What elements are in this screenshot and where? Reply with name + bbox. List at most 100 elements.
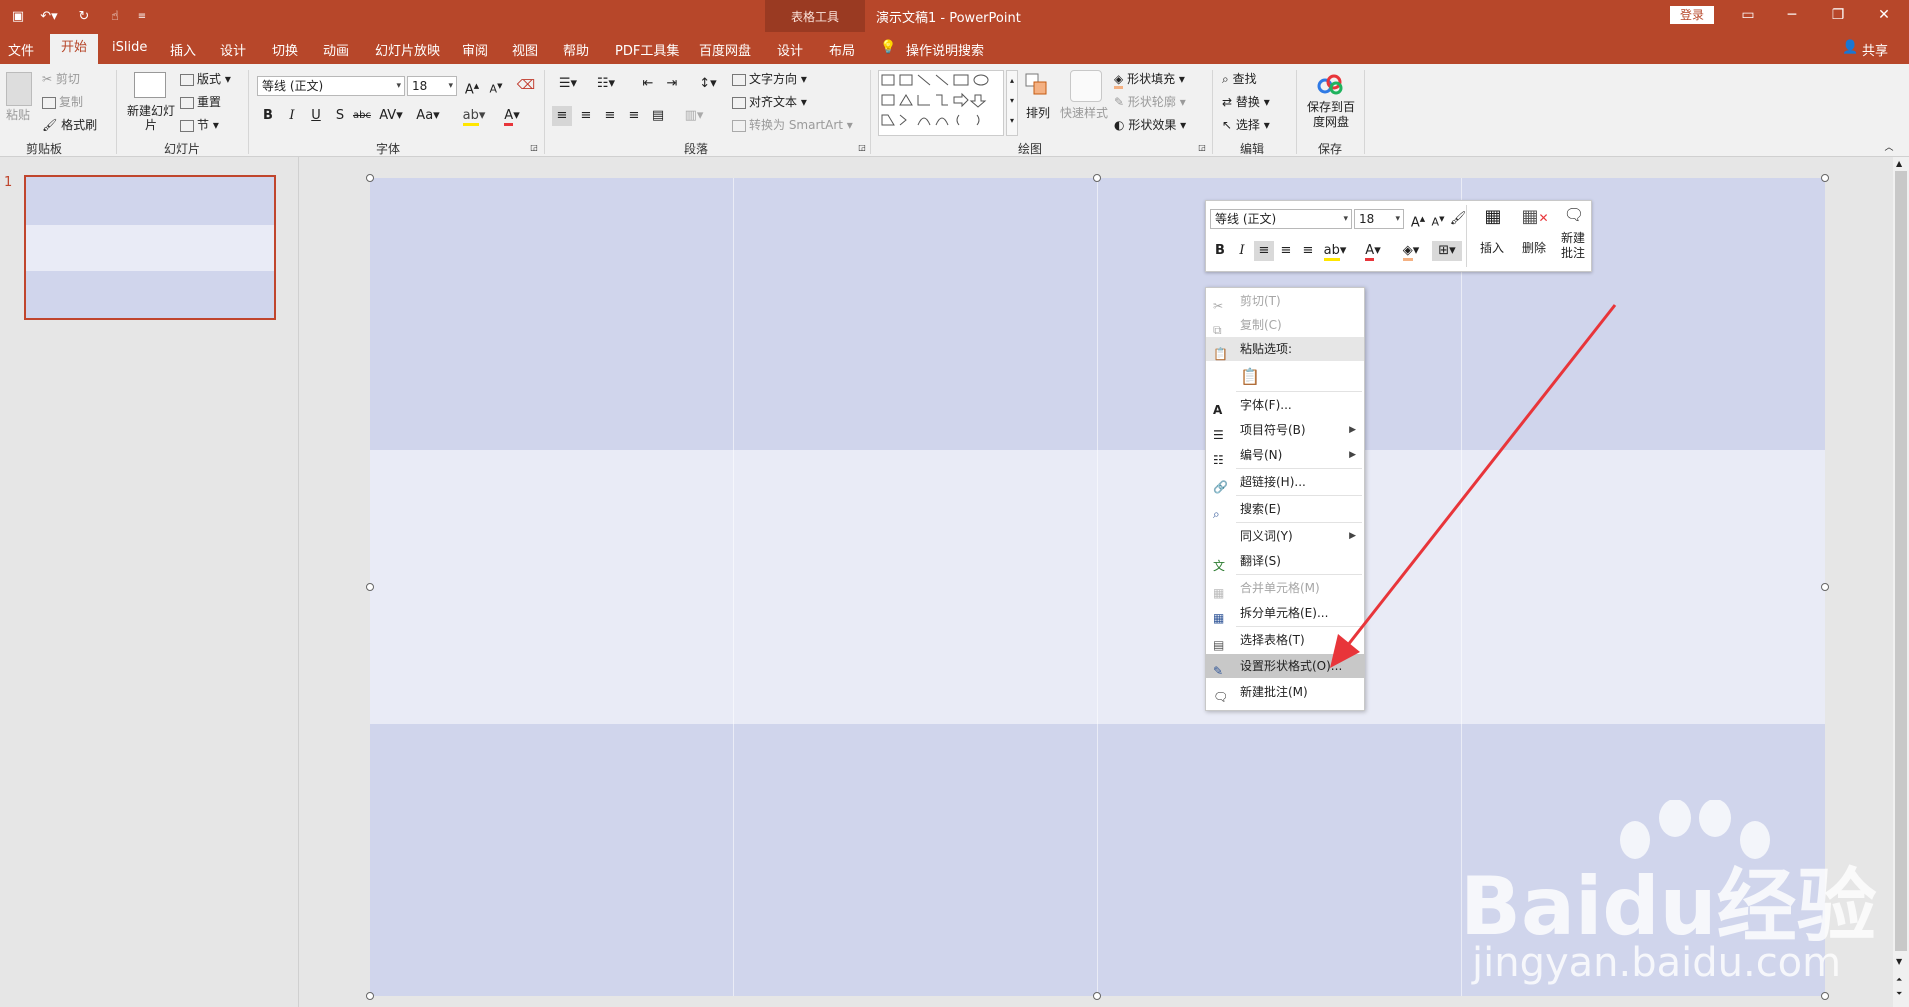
mini-align-center-icon[interactable]: ≡: [1276, 241, 1296, 261]
tab-pdf-tools[interactable]: PDF工具集: [615, 40, 679, 59]
resize-handle[interactable]: [1093, 992, 1101, 1000]
tab-baidu-netdisk[interactable]: 百度网盘: [699, 40, 751, 59]
mini-insert-button[interactable]: 插入: [1480, 239, 1504, 256]
section-button[interactable]: 节 ▾: [180, 116, 219, 133]
font-dialog-launcher-icon[interactable]: ◲: [528, 142, 540, 154]
resize-handle[interactable]: [1093, 174, 1101, 182]
shapes-gallery-scroll[interactable]: ▴ ▾ ▾: [1006, 70, 1018, 136]
login-button[interactable]: 登录: [1670, 6, 1714, 24]
quick-styles-icon[interactable]: [1070, 70, 1102, 102]
undo-icon[interactable]: ↶▾: [36, 6, 62, 26]
shape-effect-button[interactable]: ◐ 形状效果 ▾: [1114, 116, 1186, 133]
tab-file[interactable]: 文件: [8, 40, 34, 59]
tell-me-search[interactable]: 操作说明搜索: [906, 40, 984, 59]
paragraph-dialog-launcher-icon[interactable]: ◲: [856, 142, 868, 154]
align-left-icon[interactable]: ≡: [552, 106, 572, 126]
scroll-down-icon[interactable]: ▼: [1896, 957, 1902, 966]
ribbon-display-icon[interactable]: ▭: [1730, 4, 1766, 26]
change-case-icon[interactable]: Aa▾: [414, 106, 442, 126]
mini-delete-button[interactable]: 删除: [1522, 239, 1546, 256]
mini-borders-icon[interactable]: ⊞▾: [1432, 241, 1462, 261]
tab-transitions[interactable]: 切换: [272, 40, 298, 59]
paste-keep-icon[interactable]: 📋: [1240, 365, 1260, 389]
new-slide-button[interactable]: 新建幻灯片: [126, 104, 176, 132]
select-button[interactable]: ↖ 选择 ▾: [1222, 116, 1270, 133]
mini-highlight-icon[interactable]: ab▾: [1320, 241, 1350, 261]
bullets-icon[interactable]: ☰▾: [554, 74, 582, 94]
tab-review[interactable]: 审阅: [462, 40, 488, 59]
bold-icon[interactable]: B: [258, 106, 278, 126]
mini-align-right-icon[interactable]: ≡: [1298, 241, 1318, 261]
increase-indent-icon[interactable]: ⇥: [662, 74, 682, 94]
mini-align-left-icon[interactable]: ≡: [1254, 241, 1274, 261]
share-button[interactable]: 共享: [1862, 40, 1888, 59]
clear-format-icon[interactable]: ⌫: [516, 76, 536, 96]
close-icon[interactable]: ✕: [1866, 4, 1902, 26]
prev-slide-icon[interactable]: ⏶: [1896, 975, 1902, 985]
mini-font-size-combo[interactable]: 18 ▾: [1354, 209, 1404, 229]
tab-insert[interactable]: 插入: [170, 40, 196, 59]
mini-new-comment-button[interactable]: 新建批注: [1558, 231, 1588, 261]
paste-button[interactable]: 粘贴: [6, 106, 30, 123]
mini-fill-color-icon[interactable]: ◈▾: [1396, 241, 1426, 261]
align-right-icon[interactable]: ≡: [600, 106, 620, 126]
minimize-icon[interactable]: ─: [1774, 4, 1810, 26]
mini-new-comment-icon[interactable]: 🗨: [1562, 205, 1586, 227]
copy-button[interactable]: 复制: [42, 93, 83, 110]
save-icon[interactable]: ▣: [8, 6, 28, 26]
strikethrough-icon[interactable]: abc: [352, 106, 372, 126]
paste-icon[interactable]: [6, 72, 32, 106]
format-painter-button[interactable]: 🖌 格式刷: [42, 116, 97, 133]
resize-handle[interactable]: [366, 583, 374, 591]
mini-italic-icon[interactable]: I: [1232, 241, 1252, 261]
find-button[interactable]: ⌕ 查找: [1222, 70, 1257, 87]
resize-handle[interactable]: [366, 174, 374, 182]
shape-fill-button[interactable]: ◈ 形状填充 ▾: [1114, 70, 1185, 89]
replace-button[interactable]: ⇄ 替换 ▾: [1222, 93, 1270, 110]
shadow-icon[interactable]: S: [330, 106, 350, 126]
mini-grow-font-icon[interactable]: A▲: [1408, 209, 1428, 230]
save-to-baidu-button[interactable]: 保存到百度网盘: [1302, 100, 1360, 130]
quick-styles-button[interactable]: 快速样式: [1060, 104, 1108, 121]
tab-animations[interactable]: 动画: [323, 40, 349, 59]
touch-mode-icon[interactable]: ☝: [104, 6, 126, 26]
tab-islide[interactable]: iSlide: [112, 40, 147, 55]
font-size-combo[interactable]: 18 ▾: [407, 76, 457, 96]
grow-font-icon[interactable]: A▲: [462, 76, 482, 97]
redo-icon[interactable]: ↻: [74, 6, 94, 26]
decrease-indent-icon[interactable]: ⇤: [638, 74, 658, 94]
tab-table-layout[interactable]: 布局: [829, 40, 855, 59]
arrange-button[interactable]: 排列: [1026, 104, 1050, 121]
scroll-up-icon[interactable]: ▲: [1896, 159, 1902, 168]
mini-shrink-font-icon[interactable]: A▼: [1428, 209, 1448, 229]
tab-design[interactable]: 设计: [220, 40, 246, 59]
mini-bold-icon[interactable]: B: [1210, 241, 1230, 261]
shapes-gallery[interactable]: [878, 70, 1004, 136]
line-spacing-icon[interactable]: ↕▾: [694, 74, 722, 94]
columns-icon[interactable]: ▥▾: [680, 106, 708, 126]
collapse-ribbon-icon[interactable]: ︿: [1882, 142, 1896, 154]
align-text-button[interactable]: 对齐文本 ▾: [732, 93, 807, 110]
tab-home[interactable]: 开始: [50, 34, 98, 64]
shrink-font-icon[interactable]: A▼: [486, 76, 506, 96]
restore-icon[interactable]: ❐: [1820, 4, 1856, 26]
mini-delete-table-icon[interactable]: ▦✕: [1518, 207, 1552, 233]
next-slide-icon[interactable]: ⏷: [1896, 989, 1902, 999]
shape-outline-button[interactable]: ✎ 形状轮廓 ▾: [1114, 93, 1186, 110]
cut-button[interactable]: ✂ 剪切: [42, 70, 80, 87]
tab-help[interactable]: 帮助: [563, 40, 589, 59]
mini-font-color-icon[interactable]: A▾: [1358, 241, 1388, 261]
underline-icon[interactable]: U: [306, 106, 326, 126]
arrange-icon[interactable]: [1024, 72, 1048, 100]
text-direction-button[interactable]: 文字方向 ▾: [732, 70, 807, 87]
resize-handle[interactable]: [1821, 174, 1829, 182]
mini-font-name-combo[interactable]: 等线 (正文) ▾: [1210, 209, 1352, 229]
tab-view[interactable]: 视图: [512, 40, 538, 59]
numbering-icon[interactable]: ☷▾: [592, 74, 620, 94]
char-spacing-icon[interactable]: AV▾: [378, 106, 404, 126]
menu-item-new-comment[interactable]: 🗨 新建批注(M): [1206, 680, 1364, 704]
resize-handle[interactable]: [1821, 583, 1829, 591]
align-center-icon[interactable]: ≡: [576, 106, 596, 126]
drawing-dialog-launcher-icon[interactable]: ◲: [1196, 142, 1208, 154]
resize-handle[interactable]: [366, 992, 374, 1000]
